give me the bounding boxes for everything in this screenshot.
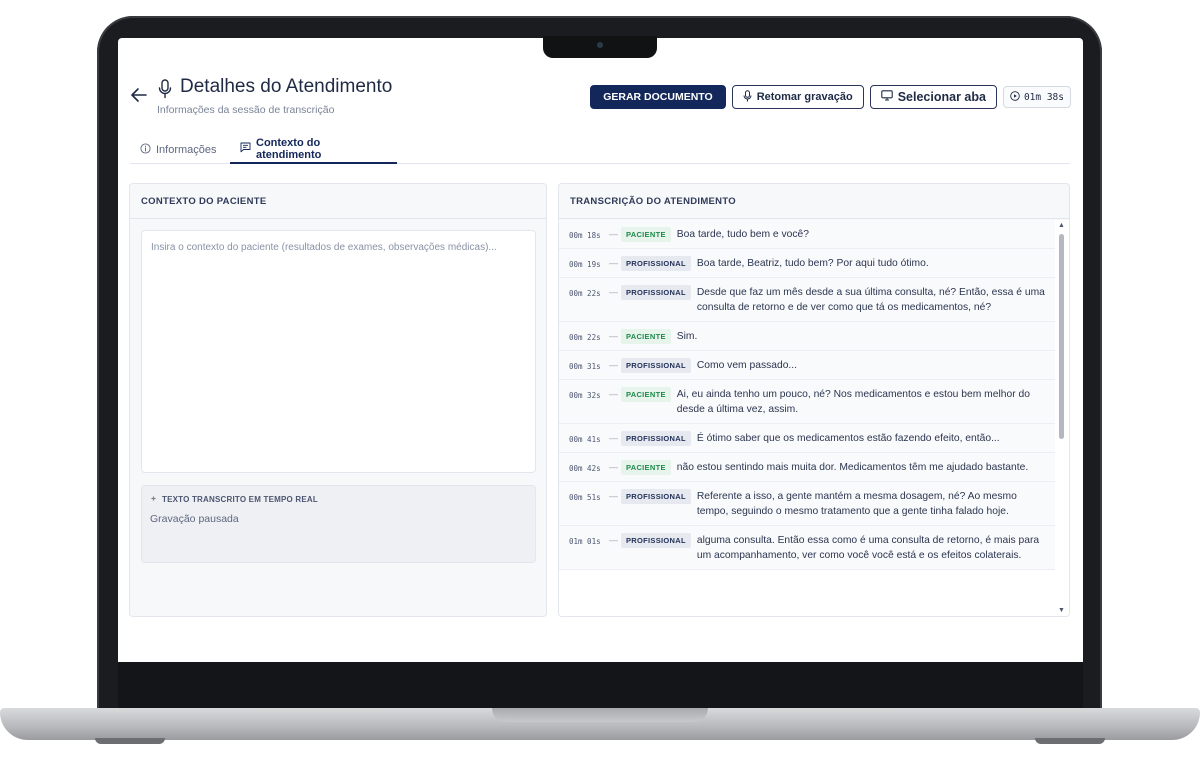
resume-recording-label: Retomar gravação (756, 91, 853, 103)
sparkle-icon (150, 495, 157, 504)
tab-label: Informações (156, 144, 217, 156)
info-icon (140, 143, 151, 157)
resume-recording-button[interactable]: Retomar gravação (731, 85, 864, 109)
generate-document-button[interactable]: GERAR DOCUMENTO (590, 85, 726, 109)
back-arrow-icon[interactable] (130, 86, 150, 106)
speaker-badge: PROFISSIONAL (621, 533, 691, 548)
scrollbar[interactable]: ▲ ▼ (1055, 220, 1069, 616)
transcript-text: Desde que faz um mês desde a sua última … (696, 287, 1045, 313)
separator: — (609, 258, 618, 268)
transcript-row: 00m 22s — PROFISSIONAL Desde que faz um mês… (559, 278, 1057, 322)
scroll-thumb[interactable] (1059, 234, 1064, 439)
timestamp: 00m 19s (569, 260, 601, 269)
speaker-badge: PACIENTE (621, 329, 671, 344)
page-title: Detalhes do Atendimento (180, 76, 393, 97)
camera-notch (543, 36, 657, 58)
microphone-icon (743, 89, 752, 105)
panel-title: CONTEXTO DO PACIENTE (130, 184, 546, 219)
transcript-text: não estou sentindo mais muita dor. Medic… (676, 462, 1029, 473)
speaker-badge: PROFISSIONAL (621, 489, 691, 504)
transcript-row: 00m 22s — PACIENTE Sim. (559, 322, 1057, 351)
monitor-icon (880, 90, 893, 104)
transcript-text: alguma consulta. Então essa como é uma c… (696, 535, 1040, 561)
speaker-badge: PACIENTE (621, 387, 671, 402)
transcript-text: Boa tarde, Beatriz, tudo bem? Por aqui t… (696, 258, 929, 269)
transcription-panel: TRANSCRIÇÃO DO ATENDIMENTO 00m 18s — PACIE… (558, 183, 1070, 617)
panel-title: TRANSCRIÇÃO DO ATENDIMENTO (559, 184, 1069, 219)
timestamp: 00m 31s (569, 362, 601, 371)
select-tab-label: Selecionar aba (897, 90, 986, 104)
transcript-text: Sim. (676, 331, 698, 342)
transcript-text: Como vem passado... (696, 360, 798, 371)
transcript-row: 00m 41s — PROFISSIONAL É ótimo saber que os… (559, 424, 1057, 453)
separator: — (609, 462, 618, 472)
microphone-icon (158, 78, 172, 100)
tab-informacoes[interactable]: Informações (130, 136, 227, 164)
speaker-badge: PROFISSIONAL (621, 431, 691, 446)
separator: — (609, 389, 618, 399)
separator: — (609, 535, 618, 545)
transcript-text: Referente a isso, a gente mantém a mesma… (696, 491, 1017, 517)
timestamp: 01m 01s (569, 537, 601, 546)
transcript-row: 00m 51s — PROFISSIONAL Referente a isso, a … (559, 482, 1057, 526)
realtime-title-text: TEXTO TRANSCRITO EM TEMPO REAL (162, 495, 318, 504)
timestamp: 00m 18s (569, 231, 601, 240)
transcript-row: 00m 19s — PROFISSIONAL Boa tarde, Beatriz, … (559, 249, 1057, 278)
separator: — (609, 331, 618, 341)
speaker-badge: PROFISSIONAL (621, 256, 691, 271)
page-subtitle: Informações da sessão de transcrição (157, 104, 335, 116)
recording-status: Gravação pausada (150, 513, 239, 525)
patient-context-textarea[interactable]: Insira o contexto do paciente (resultado… (141, 230, 536, 473)
scroll-down-icon[interactable]: ▼ (1058, 607, 1065, 614)
timestamp: 00m 51s (569, 493, 601, 502)
app-window: Detalhes do Atendimento Informações da s… (118, 38, 1083, 662)
screen: Detalhes do Atendimento Informações da s… (118, 38, 1083, 662)
recording-timer: 01m 38s (1002, 86, 1071, 108)
patient-context-panel: CONTEXTO DO PACIENTE Insira o contexto d… (129, 183, 547, 617)
scroll-up-icon[interactable]: ▲ (1058, 222, 1065, 229)
message-icon (240, 142, 251, 156)
separator: — (609, 229, 618, 239)
timestamp: 00m 32s (569, 391, 601, 400)
transcript-row: 00m 18s — PACIENTE Boa tarde, tudo bem e vo… (559, 220, 1057, 249)
speaker-badge: PACIENTE (621, 460, 671, 475)
speaker-badge: PROFISSIONAL (621, 358, 691, 373)
tab-bar: Informações Contexto do atendimento (130, 136, 1070, 164)
tab-contexto-do-atendimento[interactable]: Contexto do atendimento (230, 136, 397, 164)
transcript-row: 00m 42s — PACIENTE não estou sentindo mais … (559, 453, 1057, 482)
laptop-opening-notch (492, 708, 708, 722)
realtime-title: TEXTO TRANSCRITO EM TEMPO REAL (150, 495, 527, 504)
laptop-foot (1035, 738, 1105, 744)
select-tab-button[interactable]: Selecionar aba (869, 85, 997, 109)
timer-value: 01m 38s (1023, 91, 1064, 103)
tab-label: Contexto do atendimento (256, 137, 322, 161)
play-circle-icon (1010, 90, 1020, 104)
laptop-foot (95, 738, 165, 744)
separator: — (609, 360, 618, 370)
timestamp: 00m 42s (569, 464, 601, 473)
realtime-transcription-box: TEXTO TRANSCRITO EM TEMPO REAL Gravação … (141, 485, 536, 563)
separator: — (609, 491, 618, 501)
separator: — (609, 287, 618, 297)
bottom-bezel (118, 662, 1083, 708)
transcription-list[interactable]: 00m 18s — PACIENTE Boa tarde, tudo bem e vo… (559, 220, 1057, 616)
laptop-frame: Detalhes do Atendimento Informações da s… (0, 0, 1200, 765)
transcript-row: 01m 01s — PROFISSIONAL alguma consulta. Ent… (559, 526, 1057, 570)
transcript-row: 00m 31s — PROFISSIONAL Como vem passado... (559, 351, 1057, 380)
transcript-row: 00m 32s — PACIENTE Ai, eu ainda tenho um po… (559, 380, 1057, 424)
separator: — (609, 433, 618, 443)
transcript-text: Ai, eu ainda tenho um pouco, né? Nos med… (676, 389, 1030, 415)
speaker-badge: PACIENTE (621, 227, 671, 242)
header-actions: GERAR DOCUMENTO Retomar gravação Selecio… (590, 84, 1071, 110)
speaker-badge: PROFISSIONAL (621, 285, 691, 300)
timestamp: 00m 22s (569, 289, 601, 298)
transcript-text: É ótimo saber que os medicamentos estão … (696, 433, 1000, 444)
timestamp: 00m 41s (569, 435, 601, 444)
camera-icon (597, 42, 603, 48)
transcript-text: Boa tarde, tudo bem e você? (676, 229, 809, 240)
timestamp: 00m 22s (569, 333, 601, 342)
